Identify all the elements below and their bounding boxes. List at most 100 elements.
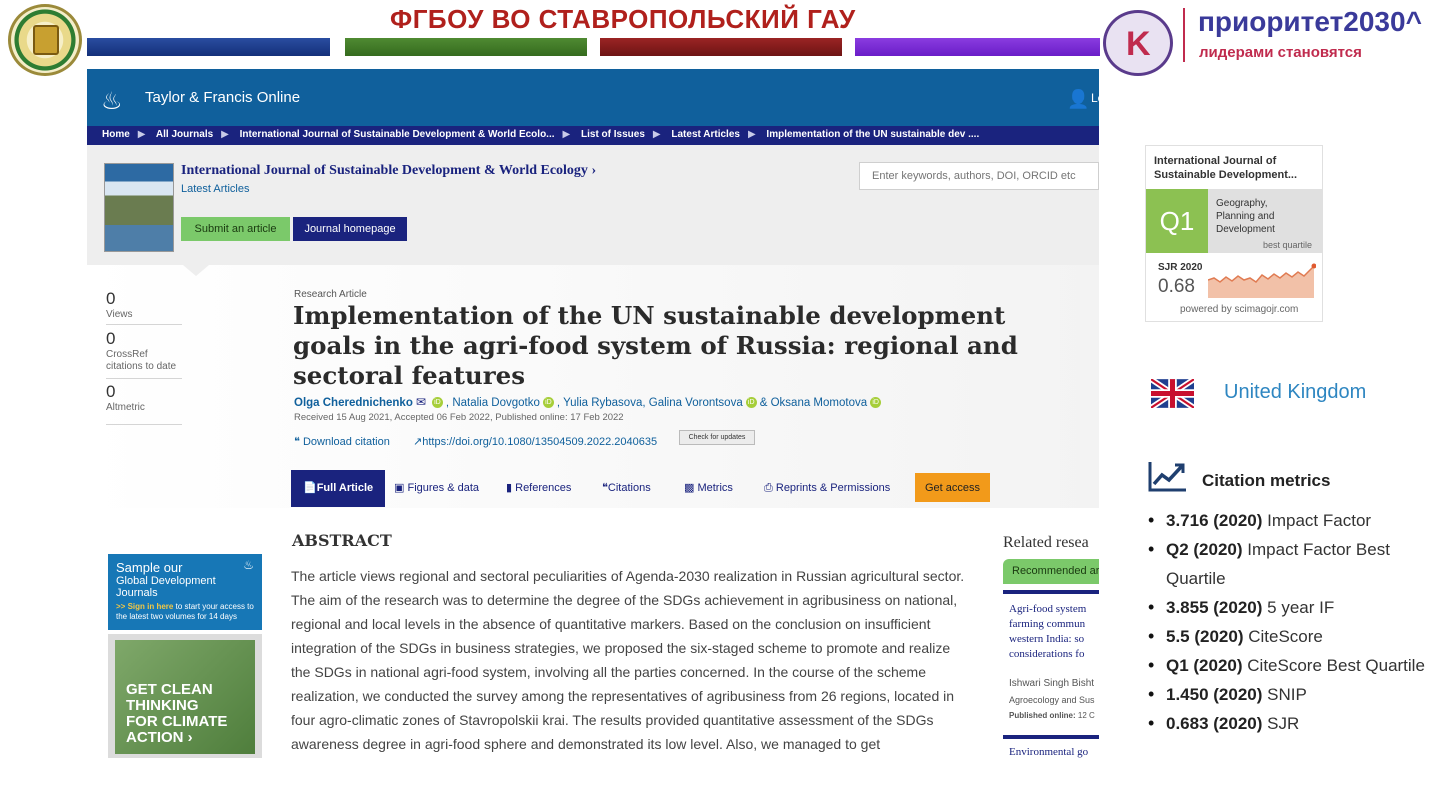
breadcrumb-all-journals[interactable]: All Journals xyxy=(156,129,213,140)
doi-link[interactable]: ↗https://doi.org/10.1080/13504509.2022.2… xyxy=(413,435,657,448)
breadcrumb-journal[interactable]: International Journal of Sustainable Dev… xyxy=(240,129,555,140)
breadcrumb-separator-icon: ▶ xyxy=(747,129,756,140)
citation-metric-item: 1.450 (2020) SNIP xyxy=(1148,680,1438,709)
search-input[interactable] xyxy=(859,162,1099,190)
citation-metrics-title: Citation metrics xyxy=(1202,471,1331,490)
breadcrumb: Home ▶ All Journals ▶ International Journa… xyxy=(87,126,1099,145)
tf-logo-text[interactable]: Taylor & Francis Online xyxy=(145,89,300,106)
tab-label: Metrics xyxy=(697,482,733,494)
metric-altmetric: 0 Altmetric xyxy=(106,382,182,425)
author-link[interactable]: Galina Vorontsova xyxy=(649,397,743,409)
tab-metrics[interactable]: ▩ Metrics xyxy=(684,470,733,507)
print-icon: ⎙ xyxy=(764,482,773,494)
orcid-icon[interactable]: iD xyxy=(542,397,554,409)
journal-homepage-button[interactable]: Journal homepage xyxy=(293,217,407,241)
tab-label: Figures & data xyxy=(407,482,480,494)
orcid-icon[interactable]: iD xyxy=(745,397,757,409)
sjr-quartile: Q1 xyxy=(1146,189,1208,253)
tf-lamp-logo-icon[interactable]: ♨ xyxy=(101,87,123,116)
metric-label: CiteScore xyxy=(1248,627,1323,646)
breadcrumb-current: Implementation of the UN sustainable dev… xyxy=(766,129,980,140)
author-link[interactable]: Yulia Rybasova xyxy=(563,397,642,409)
breadcrumb-separator-icon: ▶ xyxy=(221,129,229,140)
user-icon[interactable]: 👤 xyxy=(1067,89,1089,110)
priority-divider xyxy=(1183,8,1185,62)
metric-label: CrossRef citations to date xyxy=(106,349,177,372)
tf-navbar: ♨ Taylor & Francis Online 👤 Lo xyxy=(87,69,1104,126)
sjr-value: 0.68 xyxy=(1158,276,1195,297)
metric-crossref: 0 CrossRef citations to date xyxy=(106,329,182,379)
decor-bar-blue xyxy=(87,38,330,56)
breadcrumb-home[interactable]: Home xyxy=(102,129,130,140)
climate-ad[interactable]: GET CLEAN THINKING FOR CLIMATE ACTION › xyxy=(108,634,262,758)
breadcrumb-latest-articles[interactable]: Latest Articles xyxy=(671,129,740,140)
metric-value: 5.5 (2020) xyxy=(1166,627,1244,646)
author-link[interactable]: Olga Cherednichenko xyxy=(294,397,413,409)
ad-line: Global Development Journals xyxy=(116,575,216,599)
download-citation-link[interactable]: ❝ Download citation xyxy=(294,435,390,448)
tab-label: Citations xyxy=(607,482,651,494)
citation-metric-item: Q1 (2020) CiteScore Best Quartile xyxy=(1148,651,1438,680)
uk-flag-icon xyxy=(1151,379,1194,408)
login-link[interactable]: Lo xyxy=(1091,91,1104,105)
tab-references[interactable]: ▮ References xyxy=(506,470,571,507)
tab-figures[interactable]: ▣ Figures & data xyxy=(394,470,479,507)
metric-label: SJR xyxy=(1267,714,1300,733)
related-article-link[interactable]: Agri-food system farming commun western … xyxy=(1003,590,1099,668)
journal-cover-image[interactable] xyxy=(104,163,174,252)
sjr-powered-by: powered by scimagojr.com xyxy=(1180,304,1299,315)
latest-articles-link[interactable]: Latest Articles xyxy=(181,183,249,195)
metric-value: 0 xyxy=(106,329,116,348)
tab-reprints[interactable]: ⎙ Reprints & Permissions xyxy=(764,470,890,507)
tab-label: References xyxy=(515,482,572,494)
climate-ad-text: GET CLEAN THINKING FOR CLIMATE ACTION › xyxy=(126,681,228,746)
sample-journals-ad[interactable]: ♨ Sample our Global Development Journals… xyxy=(108,554,262,630)
metric-label: 5 year IF xyxy=(1267,598,1335,617)
decor-bar-violet xyxy=(855,38,1100,56)
orcid-icon[interactable]: iD xyxy=(870,397,882,409)
tab-label: Full Article xyxy=(316,482,374,494)
tab-citations[interactable]: ❝Citations xyxy=(602,470,651,507)
metric-value: 3.855 (2020) xyxy=(1166,598,1263,617)
citation-metric-item: 3.716 (2020) Impact Factor xyxy=(1148,506,1438,535)
related-article-link[interactable]: Environmental go xyxy=(1003,735,1099,759)
breadcrumb-list-of-issues[interactable]: List of Issues xyxy=(581,129,645,140)
get-access-button[interactable]: Get access xyxy=(915,473,990,502)
metric-value: 0 xyxy=(106,289,116,308)
metric-value: 0.683 (2020) xyxy=(1166,714,1263,733)
breadcrumb-separator-icon: ▶ xyxy=(562,129,571,140)
doi-text: https://doi.org/10.1080/13504509.2022.20… xyxy=(422,436,658,448)
citation-metrics-list: 3.716 (2020) Impact Factor Q2 (2020) Imp… xyxy=(1148,506,1438,738)
author-link[interactable]: Oksana Momotova xyxy=(771,397,868,409)
related-published-label: Published online: xyxy=(1009,711,1076,720)
check-for-updates-button[interactable]: Check for updates xyxy=(679,430,755,445)
sjr-best-quartile: best quartile xyxy=(1262,240,1312,250)
author-link[interactable]: Natalia Dovgotko xyxy=(452,397,540,409)
submit-article-button[interactable]: Submit an article xyxy=(181,217,290,241)
abstract-text: The article views regional and sectoral … xyxy=(291,568,965,752)
orcid-icon[interactable]: iD xyxy=(431,397,443,409)
metric-value: Q2 (2020) xyxy=(1166,540,1243,559)
priority-title: приоритет2030^ xyxy=(1198,6,1422,37)
related-journal: Agroecology and Sus xyxy=(1009,695,1095,705)
metric-label: SNIP xyxy=(1267,685,1307,704)
article-header: 0 Views 0 CrossRef citations to date 0 A… xyxy=(87,265,1099,508)
mail-icon[interactable]: ✉ xyxy=(416,395,426,409)
journal-name-link[interactable]: International Journal of Sustainable Dev… xyxy=(181,163,596,179)
ad-signin-link[interactable]: >> Sign in here xyxy=(116,602,173,611)
metric-label: CiteScore Best Quartile xyxy=(1247,656,1425,675)
citation-metric-item: 0.683 (2020) SJR xyxy=(1148,709,1438,738)
slide-title: ФГБОУ ВО СТАВРОПОЛЬСКИЙ ГАУ xyxy=(390,4,856,34)
breadcrumb-separator-icon: ▶ xyxy=(137,129,146,140)
citation-metric-item: 5.5 (2020) CiteScore xyxy=(1148,622,1438,651)
chevron-right-icon: › xyxy=(591,163,597,178)
metric-value: 0 xyxy=(106,382,116,401)
priority-subtitle: лидерами становятся xyxy=(1199,44,1362,61)
tab-full-article[interactable]: 📄Full Article xyxy=(291,470,386,507)
related-author: Ishwari Singh Bisht xyxy=(1009,678,1095,689)
download-citation-label: Download citation xyxy=(302,436,390,448)
sjr-widget[interactable]: International Journal of Sustainable Dev… xyxy=(1145,145,1323,322)
ad-line: Sample our xyxy=(116,560,183,575)
related-published-value: 12 C xyxy=(1077,711,1095,720)
tab-recommended[interactable]: Recommended ar xyxy=(1003,559,1099,584)
